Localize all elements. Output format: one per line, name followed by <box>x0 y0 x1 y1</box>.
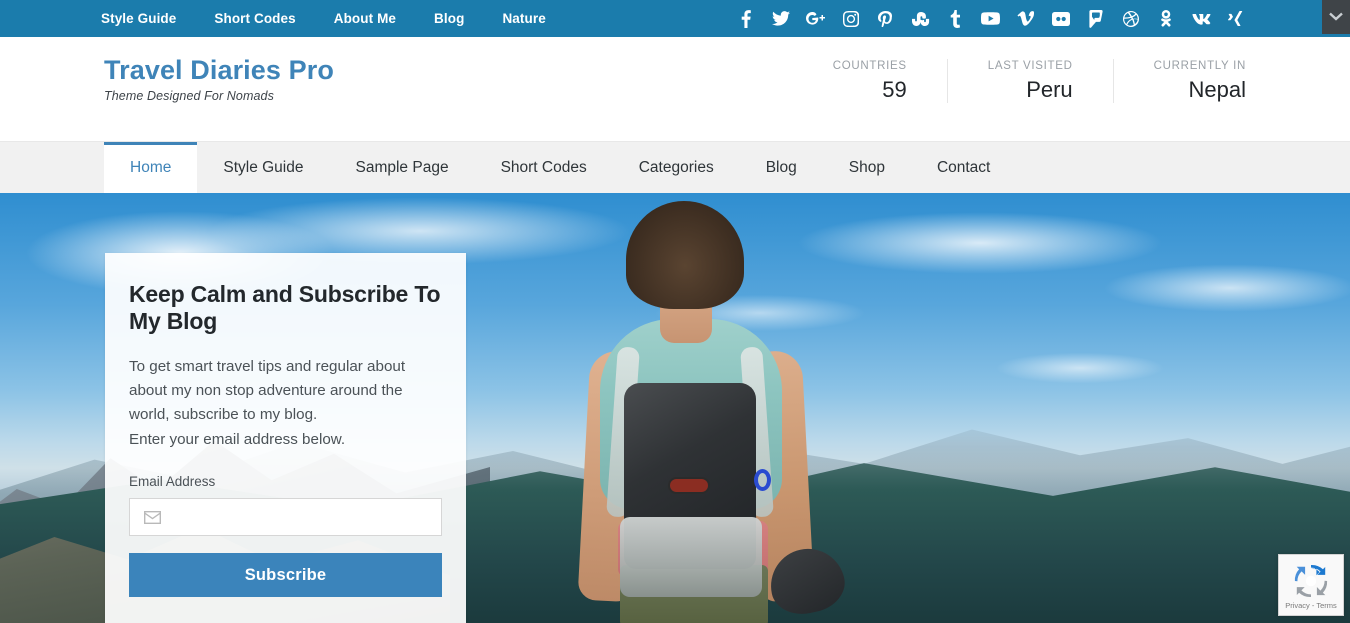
instagram-icon[interactable] <box>833 0 868 37</box>
google-plus-icon[interactable] <box>798 0 833 37</box>
menu-item-contact[interactable]: Contact <box>911 142 1016 193</box>
hiker-hair <box>626 201 744 309</box>
flickr-icon[interactable] <box>1043 0 1078 37</box>
topnav-item-style-guide[interactable]: Style Guide <box>101 11 195 26</box>
stat-countries: COUNTRIES 59 <box>793 59 947 103</box>
subscribe-description-line: Enter your email address below. <box>129 430 346 448</box>
carabiner-icon <box>754 469 771 491</box>
xing-icon[interactable] <box>1218 0 1253 37</box>
topnav-item-blog[interactable]: Blog <box>415 11 483 26</box>
page-title: Travel Diaries Pro <box>104 55 334 85</box>
recaptcha-badge[interactable]: Privacy - Terms <box>1278 554 1344 616</box>
email-input[interactable] <box>171 499 427 536</box>
stat-currently-in: CURRENTLY IN Nepal <box>1112 59 1246 104</box>
header-stats: COUNTRIES 59 LAST VISITED Peru CURRENTLY… <box>793 59 1246 104</box>
subscribe-button[interactable]: Subscribe <box>129 553 442 598</box>
hiker-figure <box>577 201 888 623</box>
pinterest-icon[interactable] <box>868 0 903 37</box>
stat-value: 59 <box>882 76 907 102</box>
odnoklassniki-icon[interactable] <box>1148 0 1183 37</box>
hero-section: Keep Calm and Subscribe To My Blog To ge… <box>0 193 1350 623</box>
subscribe-description-line: world, subscribe to my blog. <box>129 406 318 424</box>
youtube-icon[interactable] <box>973 0 1008 37</box>
stat-label: COUNTRIES <box>832 60 907 72</box>
menu-item-categories[interactable]: Categories <box>613 142 740 193</box>
facebook-icon[interactable] <box>728 0 763 37</box>
top-bar: Style Guide Short Codes About Me Blog Na… <box>0 0 1350 37</box>
stat-label: CURRENTLY IN <box>1153 60 1246 72</box>
menu-item-shop[interactable]: Shop <box>823 142 911 193</box>
foursquare-icon[interactable] <box>1078 0 1113 37</box>
menu-item-blog[interactable]: Blog <box>740 142 823 193</box>
topnav-item-short-codes[interactable]: Short Codes <box>195 11 314 26</box>
subscribe-description-line: To get smart travel tips and regular abo… <box>129 357 406 375</box>
main-menu: Home Style Guide Sample Page Short Codes… <box>0 141 1350 193</box>
recaptcha-text: Privacy - Terms <box>1285 600 1337 610</box>
brand-tagline: Theme Designed For Nomads <box>104 88 274 103</box>
stat-value: Nepal <box>1188 76 1246 102</box>
brand[interactable]: Travel Diaries Pro Theme Designed For No… <box>104 55 334 103</box>
vk-icon[interactable] <box>1183 0 1218 37</box>
backpack-lower <box>620 517 762 597</box>
menu-item-short-codes[interactable]: Short Codes <box>475 142 613 193</box>
chevron-down-icon <box>1329 8 1343 26</box>
subscribe-card: Keep Calm and Subscribe To My Blog To ge… <box>105 253 466 623</box>
menu-item-style-guide[interactable]: Style Guide <box>197 142 329 193</box>
email-input-wrapper[interactable] <box>129 498 442 537</box>
email-field-label: Email Address <box>129 474 216 490</box>
site-header: Travel Diaries Pro Theme Designed For No… <box>0 37 1350 141</box>
subscribe-title: Keep Calm and Subscribe To My Blog <box>129 281 441 334</box>
dribbble-icon[interactable] <box>1113 0 1148 37</box>
stumbleupon-icon[interactable] <box>903 0 938 37</box>
stat-label: LAST VISITED <box>987 60 1073 72</box>
topnav-item-about-me[interactable]: About Me <box>315 11 415 26</box>
tumblr-icon[interactable] <box>938 0 973 37</box>
top-navigation: Style Guide Short Codes About Me Blog Na… <box>101 11 565 26</box>
social-links <box>728 0 1253 37</box>
vimeo-icon[interactable] <box>1008 0 1043 37</box>
menu-item-sample-page[interactable]: Sample Page <box>330 142 475 193</box>
subscribe-description-line: about my non stop adventure around the <box>129 382 403 400</box>
menu-item-home[interactable]: Home <box>104 142 198 193</box>
stat-value: Peru <box>1026 76 1073 102</box>
envelope-icon <box>144 510 161 524</box>
backpack-logo <box>668 477 710 494</box>
subscribe-description: To get smart travel tips and regular abo… <box>129 355 442 452</box>
twitter-icon[interactable] <box>763 0 798 37</box>
page-toggle-button[interactable] <box>1322 0 1350 34</box>
stat-last-visited: LAST VISITED Peru <box>946 59 1113 104</box>
recaptcha-icon <box>1294 564 1328 598</box>
topnav-item-nature[interactable]: Nature <box>483 11 564 26</box>
